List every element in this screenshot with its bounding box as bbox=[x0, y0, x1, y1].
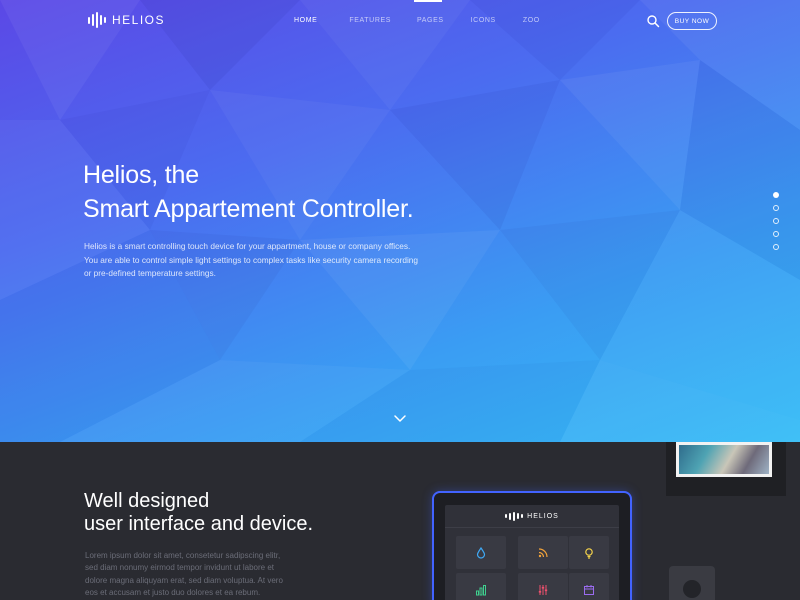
device-tile-sliders[interactable] bbox=[518, 573, 568, 600]
bar-chart-icon bbox=[476, 584, 486, 595]
device-header: HELIOS bbox=[445, 505, 619, 528]
nav-item-pages[interactable]: PAGES bbox=[414, 0, 444, 24]
framed-photo bbox=[679, 445, 769, 474]
helios-device: HELIOS bbox=[432, 491, 632, 600]
device-screen: HELIOS bbox=[445, 505, 619, 600]
slider-pagination bbox=[773, 192, 779, 257]
features-section: Well designed user interface and device.… bbox=[0, 442, 800, 600]
chevron-down-icon bbox=[394, 415, 406, 422]
nav-item-zoo[interactable]: ZOO bbox=[523, 17, 540, 24]
nav-item-home[interactable]: HOME bbox=[294, 17, 317, 24]
hero-title: Helios, the Smart Appartement Controller… bbox=[83, 158, 414, 226]
device-tile-calendar[interactable] bbox=[569, 573, 609, 600]
equalizer-logo-icon bbox=[88, 12, 106, 28]
slide-dot-3[interactable] bbox=[773, 218, 779, 224]
outlet-socket bbox=[683, 580, 701, 598]
device-tile-rss[interactable] bbox=[518, 536, 568, 569]
brand-name: HELIOS bbox=[112, 13, 166, 27]
brand-logo[interactable]: HELIOS bbox=[88, 12, 165, 28]
hero-title-line1: Helios, the bbox=[83, 161, 199, 189]
hero-description: Helios is a smart controlling touch devi… bbox=[84, 241, 419, 278]
calendar-icon bbox=[584, 584, 594, 595]
device-tile-light[interactable] bbox=[569, 536, 609, 569]
slide-dot-2[interactable] bbox=[773, 205, 779, 211]
device-logo-icon bbox=[505, 508, 524, 524]
search-icon bbox=[647, 15, 660, 28]
features-title-line2: user interface and device. bbox=[84, 513, 314, 535]
scroll-down-button[interactable] bbox=[393, 411, 407, 422]
active-indicator bbox=[414, 0, 443, 2]
lightbulb-icon bbox=[585, 547, 593, 559]
buy-now-button[interactable]: BUY NOW bbox=[667, 12, 717, 30]
device-brand-name: HELIOS bbox=[527, 512, 559, 520]
nav-item-pages-label: PAGES bbox=[417, 17, 444, 24]
main-menu: HOME FEATURES PAGES ICONS ZOO bbox=[294, 0, 540, 24]
features-description: Lorem ipsum dolor sit amet, consetetur s… bbox=[85, 551, 283, 598]
device-tile-water[interactable] bbox=[456, 536, 506, 569]
wall-picture-frame bbox=[666, 442, 786, 496]
hero-section: HELIOS HOME FEATURES PAGES ICONS ZOO BUY… bbox=[0, 0, 800, 442]
hero-title-line2: Smart Appartement Controller. bbox=[83, 195, 414, 223]
features-title: Well designed user interface and device. bbox=[84, 490, 313, 536]
search-button[interactable] bbox=[646, 14, 660, 28]
water-drop-icon bbox=[476, 546, 486, 559]
sliders-icon bbox=[538, 584, 548, 595]
nav-item-icons[interactable]: ICONS bbox=[471, 17, 496, 24]
rss-icon bbox=[538, 547, 548, 557]
wall-outlet bbox=[669, 566, 715, 600]
features-title-line1: Well designed bbox=[84, 490, 210, 512]
device-tile-stats[interactable] bbox=[456, 573, 506, 600]
picture-mat bbox=[676, 442, 772, 477]
nav-item-features[interactable]: FEATURES bbox=[349, 17, 391, 24]
slide-dot-4[interactable] bbox=[773, 231, 779, 237]
slide-dot-5[interactable] bbox=[773, 244, 779, 250]
slide-dot-1[interactable] bbox=[773, 192, 779, 198]
top-navbar: HELIOS HOME FEATURES PAGES ICONS ZOO BUY… bbox=[0, 0, 800, 44]
